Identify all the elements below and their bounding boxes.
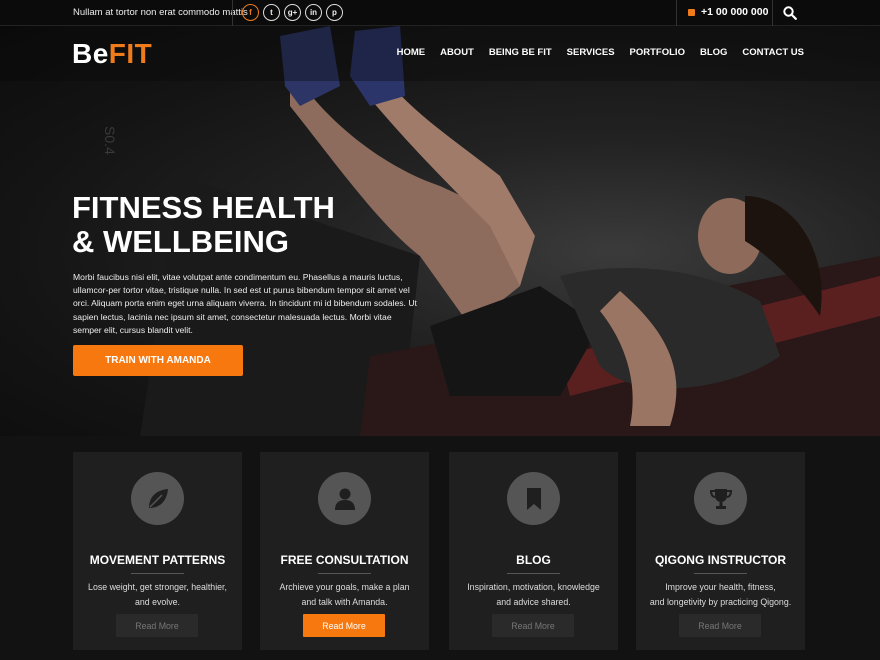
facebook-icon[interactable]: f bbox=[242, 4, 259, 21]
logo-fit: FIT bbox=[108, 38, 153, 69]
service-card: BLOG Inspiration, motivation, knowledge a… bbox=[449, 452, 618, 650]
divider bbox=[507, 573, 560, 574]
divider bbox=[318, 573, 371, 574]
read-more-button[interactable]: Read More bbox=[116, 614, 198, 637]
top-bar: Nullam at tortor non erat commodo mattis… bbox=[0, 0, 880, 26]
twitter-icon[interactable]: t bbox=[263, 4, 280, 21]
divider bbox=[676, 0, 677, 26]
service-title: BLOG bbox=[516, 553, 551, 567]
tagline: Nullam at tortor non erat commodo mattis bbox=[73, 7, 248, 18]
search-icon[interactable] bbox=[783, 6, 797, 20]
divider bbox=[131, 573, 184, 574]
hero-title: FITNESS HEALTH & WELLBEING bbox=[72, 191, 412, 259]
service-title: FREE CONSULTATION bbox=[280, 553, 409, 567]
google-plus-icon[interactable]: g+ bbox=[284, 4, 301, 21]
leaf-icon bbox=[131, 472, 184, 525]
service-card: QIGONG INSTRUCTOR Improve your health, f… bbox=[636, 452, 805, 650]
svg-text:S0.4: S0.4 bbox=[102, 126, 118, 155]
service-card: FREE CONSULTATION Archieve your goals, m… bbox=[260, 452, 429, 650]
service-title: MOVEMENT PATTERNS bbox=[89, 553, 226, 567]
service-description: Archieve your goals, make a plan and talk… bbox=[279, 582, 410, 607]
linkedin-icon[interactable]: in bbox=[305, 4, 322, 21]
hero-description: Morbi faucibus nisi elit, vitae volutpat… bbox=[73, 272, 417, 335]
read-more-button[interactable]: Read More bbox=[679, 614, 761, 637]
services-section: MOVEMENT PATTERNS Lose weight, get stron… bbox=[0, 436, 880, 660]
phone-icon bbox=[688, 8, 695, 16]
read-more-button[interactable]: Read More bbox=[303, 614, 385, 637]
service-description: Improve your health, fitness, and longeti… bbox=[649, 582, 792, 607]
phone-number[interactable]: +1 00 000 000 bbox=[688, 6, 768, 18]
pinterest-icon[interactable]: p bbox=[326, 4, 343, 21]
nav-services[interactable]: SERVICES bbox=[567, 47, 615, 58]
nav-about[interactable]: ABOUT bbox=[440, 47, 474, 58]
main-nav: HOME ABOUT BEING BE FIT SERVICES PORTFOL… bbox=[397, 47, 804, 58]
logo-be: Be bbox=[72, 38, 109, 69]
divider bbox=[232, 0, 233, 26]
service-card: MOVEMENT PATTERNS Lose weight, get stron… bbox=[73, 452, 242, 650]
divider bbox=[772, 0, 773, 26]
service-description: Lose weight, get stronger, healthier, and… bbox=[88, 582, 227, 607]
phone-label: +1 00 000 000 bbox=[701, 6, 769, 18]
trophy-icon bbox=[694, 472, 747, 525]
hero-title-line2: & WELLBEING bbox=[72, 224, 289, 259]
navbar: BeFIT HOME ABOUT BEING BE FIT SERVICES P… bbox=[0, 26, 880, 81]
logo[interactable]: BeFIT bbox=[72, 38, 152, 70]
hero-title-line1: FITNESS HEALTH bbox=[72, 190, 335, 225]
nav-home[interactable]: HOME bbox=[397, 47, 426, 58]
service-title: QIGONG INSTRUCTOR bbox=[654, 553, 787, 567]
user-icon bbox=[318, 472, 371, 525]
social-links: f t g+ in p bbox=[242, 4, 343, 21]
read-more-button[interactable]: Read More bbox=[492, 614, 574, 637]
hero-section: S0.4 BeFIT HOME ABOUT BEING BE FIT SERVI… bbox=[0, 26, 880, 436]
divider bbox=[694, 573, 747, 574]
service-description: Inspiration, motivation, knowledge and ad… bbox=[467, 582, 600, 607]
nav-portfolio[interactable]: PORTFOLIO bbox=[630, 47, 685, 58]
nav-being-be-fit[interactable]: BEING BE FIT bbox=[489, 47, 552, 58]
train-with-amanda-button[interactable]: TRAIN WITH AMANDA bbox=[73, 345, 243, 376]
nav-contact-us[interactable]: CONTACT US bbox=[742, 47, 804, 58]
bookmark-icon bbox=[507, 472, 560, 525]
nav-blog[interactable]: BLOG bbox=[700, 47, 727, 58]
